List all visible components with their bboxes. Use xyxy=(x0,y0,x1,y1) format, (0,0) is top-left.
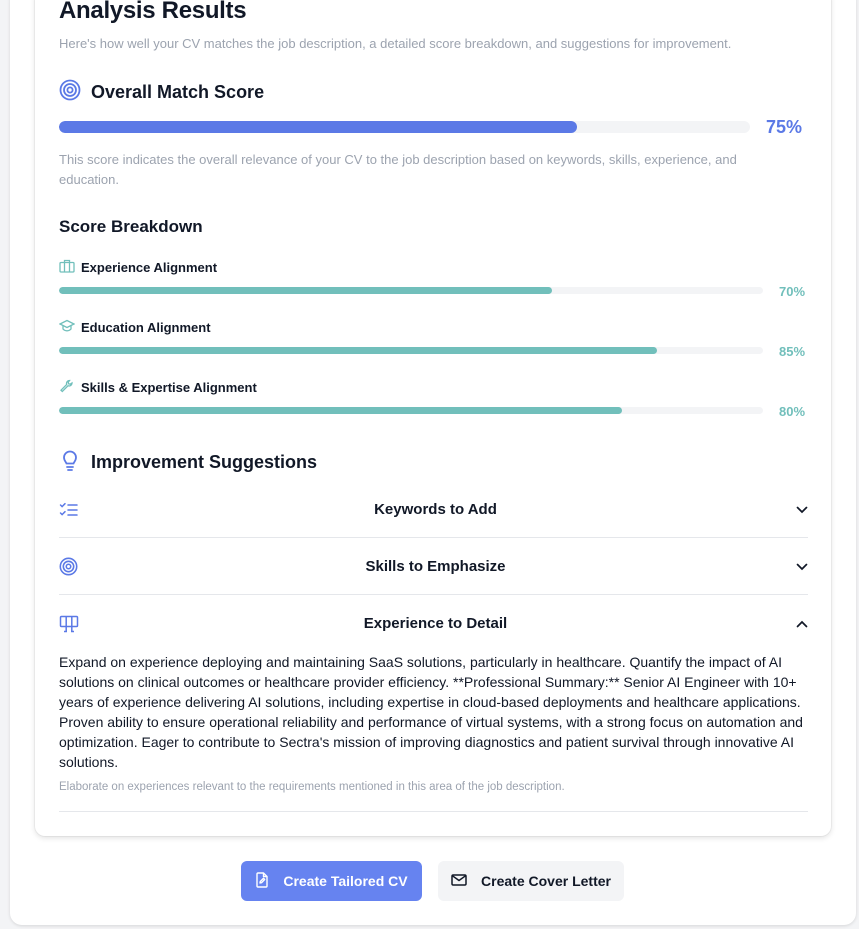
chevron-down-icon[interactable] xyxy=(788,506,808,514)
accordion-experience-to-detail[interactable]: Experience to Detail xyxy=(59,595,808,652)
mail-icon xyxy=(451,873,481,889)
accordion-expanded-note: Elaborate on experiences relevant to the… xyxy=(59,781,565,793)
metric-experience-label: Experience Alignment xyxy=(59,259,217,276)
chevron-up-icon[interactable] xyxy=(788,620,808,628)
target-icon xyxy=(59,557,83,576)
create-tailored-cv-label: Create Tailored CV xyxy=(283,873,408,889)
lightbulb-icon xyxy=(59,448,91,477)
overall-score-description: This score indicates the overall relevan… xyxy=(59,152,737,187)
page-subtitle: Here's how well your CV matches the job … xyxy=(59,36,732,51)
accordion-title: Experience to Detail xyxy=(363,615,508,632)
columns-icon xyxy=(59,615,83,633)
target-icon xyxy=(59,79,91,106)
accordion-keywords-to-add[interactable]: Keywords to Add xyxy=(59,481,808,538)
create-cover-letter-button[interactable]: Create Cover Letter xyxy=(438,861,624,901)
overall-score-heading-label: Overall Match Score xyxy=(91,82,265,102)
metric-skills-label: Skills & Expertise Alignment xyxy=(59,379,257,396)
divider xyxy=(59,811,808,812)
briefcase-icon xyxy=(59,259,81,276)
metric-experience-bar xyxy=(59,287,763,294)
overall-score-value: 75% xyxy=(766,117,803,137)
metric-skills-bar-fill xyxy=(59,407,623,414)
metric-education-label: Education Alignment xyxy=(58,319,211,336)
graduation-cap-icon xyxy=(58,319,81,336)
accordion-title: Keywords to Add xyxy=(374,501,497,518)
metric-experience-bar-fill xyxy=(59,287,552,294)
accordion-skills-to-emphasize[interactable]: Skills to Emphasize xyxy=(59,538,808,595)
accordion-title: Skills to Emphasize xyxy=(365,558,506,575)
create-tailored-cv-button[interactable]: Create Tailored CV xyxy=(241,861,422,901)
overall-score-bar-fill xyxy=(59,121,578,133)
improvement-suggestions-heading: Improvement Suggestions xyxy=(59,448,317,477)
metric-skills-bar xyxy=(59,407,763,414)
metric-education-bar xyxy=(59,347,763,354)
metric-education-bar-fill xyxy=(59,347,658,354)
list-checks-icon xyxy=(59,502,83,518)
page-title: Analysis Results xyxy=(59,0,247,24)
accordion-expanded-body: Expand on experience deploying and maint… xyxy=(59,654,803,770)
score-breakdown-heading: Score Breakdown xyxy=(59,217,203,236)
metric-experience-value: 70% xyxy=(779,284,806,299)
improvement-suggestions-heading-label: Improvement Suggestions xyxy=(91,452,318,472)
metric-skills-value: 80% xyxy=(779,404,806,419)
overall-score-heading: Overall Match Score xyxy=(59,79,264,106)
chevron-down-icon[interactable] xyxy=(788,563,808,571)
create-cover-letter-label: Create Cover Letter xyxy=(481,873,611,889)
metric-education-value: 85% xyxy=(779,344,806,359)
wrench-icon xyxy=(59,379,81,396)
file-edit-icon xyxy=(255,871,283,891)
overall-score-bar xyxy=(59,121,750,133)
